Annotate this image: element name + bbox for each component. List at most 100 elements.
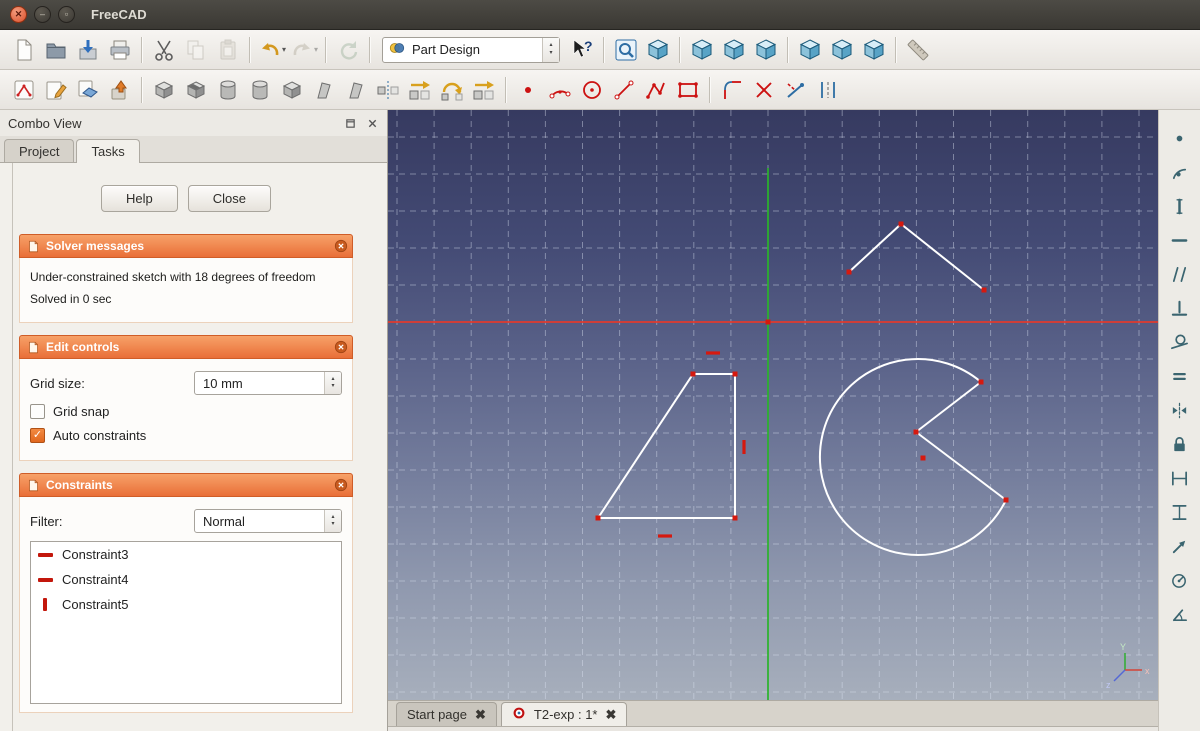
construction-mode-button[interactable] — [812, 74, 844, 106]
solver-messages-header[interactable]: Solver messages — [19, 234, 353, 258]
spinner-arrows-icon[interactable]: ▴ ▾ — [324, 372, 341, 394]
tab-tasks[interactable]: Tasks — [76, 139, 140, 163]
polar-pattern-button[interactable] — [436, 74, 468, 106]
constraint-distance-x-button[interactable] — [1166, 464, 1194, 492]
view-rear-button[interactable] — [794, 34, 826, 66]
solver-messages-section: Solver messages Under-constrained sketch… — [19, 234, 353, 323]
view-axonometric-button[interactable] — [642, 34, 674, 66]
rectangle-button[interactable] — [672, 74, 704, 106]
constraint-equal-button[interactable] — [1166, 362, 1194, 390]
3d-viewport[interactable]: Yx z — [388, 110, 1158, 700]
dropdown-arrow-icon[interactable]: ▾ — [282, 45, 286, 54]
close-tab-icon[interactable]: ✖ — [606, 707, 617, 723]
open-file-button[interactable] — [40, 34, 72, 66]
pad-button[interactable] — [148, 74, 180, 106]
constraint-list-item[interactable]: Constraint4 — [31, 567, 341, 592]
auto-constraints-checkbox[interactable]: ✓ — [30, 428, 45, 443]
edit-sketch-button[interactable] — [40, 74, 72, 106]
draft-button[interactable] — [340, 74, 372, 106]
collapse-section-icon[interactable] — [334, 340, 348, 354]
window-minimize-button[interactable]: – — [34, 6, 51, 23]
constraint-perpendicular-button[interactable] — [1166, 294, 1194, 322]
constraint-distance-button[interactable] — [1166, 532, 1194, 560]
window-maximize-button[interactable]: ▫ — [58, 6, 75, 23]
constraint-radius-button[interactable] — [1166, 566, 1194, 594]
print-button[interactable] — [104, 34, 136, 66]
linear-pattern-button[interactable] — [404, 74, 436, 106]
sketch-canvas[interactable]: Yx z — [388, 110, 1158, 700]
map-sketch-button[interactable] — [72, 74, 104, 106]
refresh-button[interactable] — [332, 34, 364, 66]
constraint-angle-button[interactable] — [1166, 600, 1194, 628]
view-front-button[interactable] — [686, 34, 718, 66]
workbench-icon — [388, 39, 406, 60]
undo-button[interactable]: ▾ — [256, 34, 288, 66]
external-geometry-button[interactable] — [780, 74, 812, 106]
constraint-list-item[interactable]: Constraint3 — [31, 542, 341, 567]
constraint-filter-select[interactable]: Normal ▴ ▾ — [194, 509, 342, 533]
paste-button[interactable] — [212, 34, 244, 66]
constraint-block-button[interactable] — [1166, 430, 1194, 458]
redo-button[interactable]: ▾ — [288, 34, 320, 66]
constraint-distance-y-button[interactable] — [1166, 498, 1194, 526]
grid-size-select[interactable]: 10 mm ▴ ▾ — [194, 371, 342, 395]
close-button[interactable]: Close — [187, 185, 271, 212]
toolbar-separator — [603, 36, 605, 63]
revolution-button[interactable] — [212, 74, 244, 106]
collapse-section-icon[interactable] — [334, 239, 348, 253]
close-tab-icon[interactable]: ✖ — [475, 707, 486, 723]
document-tab[interactable]: Start page ✖ — [396, 702, 497, 726]
spinner-arrows-icon[interactable]: ▴ ▾ — [324, 510, 341, 532]
mirrored-button[interactable] — [372, 74, 404, 106]
grid-snap-checkbox[interactable] — [30, 404, 45, 419]
edit-controls-header[interactable]: Edit controls — [19, 335, 353, 359]
constraint-tangent-button[interactable] — [1166, 328, 1194, 356]
new-file-button[interactable] — [8, 34, 40, 66]
pocket-button[interactable] — [180, 74, 212, 106]
constraint-horizontal-button[interactable] — [1166, 226, 1194, 254]
constraint-parallel-button[interactable] — [1166, 260, 1194, 288]
multitransform-button[interactable] — [468, 74, 500, 106]
cut-button[interactable] — [148, 34, 180, 66]
collapse-section-icon[interactable] — [334, 478, 348, 492]
trim-edge-button[interactable] — [748, 74, 780, 106]
window-close-button[interactable]: ✕ — [10, 6, 27, 23]
constraints-header[interactable]: Constraints — [19, 473, 353, 497]
measure-distance-button[interactable] — [902, 34, 934, 66]
save-button[interactable] — [72, 34, 104, 66]
fillet-button[interactable] — [276, 74, 308, 106]
circle-button[interactable] — [576, 74, 608, 106]
leave-sketch-button[interactable] — [104, 74, 136, 106]
constraint-point-on-object-button[interactable] — [1166, 158, 1194, 186]
help-button[interactable]: Help — [101, 185, 178, 212]
groove-button[interactable] — [244, 74, 276, 106]
copy-button[interactable] — [180, 34, 212, 66]
view-top-button[interactable] — [718, 34, 750, 66]
point-button[interactable] — [512, 74, 544, 106]
view-left-button[interactable] — [858, 34, 890, 66]
polyline-button[interactable] — [640, 74, 672, 106]
dropdown-arrow-icon[interactable]: ▾ — [314, 45, 318, 54]
constraint-coincident-button[interactable] — [1166, 124, 1194, 152]
view-bottom-button[interactable] — [826, 34, 858, 66]
constraint-symmetric-button[interactable] — [1166, 396, 1194, 424]
sketch-fillet-button[interactable] — [716, 74, 748, 106]
spinner-arrows-icon[interactable]: ▴ ▾ — [542, 37, 559, 62]
create-sketch-button[interactable] — [8, 74, 40, 106]
fit-all-button[interactable] — [610, 34, 642, 66]
workbench-selector[interactable]: Part Design ▴ ▾ — [382, 36, 560, 63]
float-panel-icon[interactable] — [343, 116, 357, 130]
grid-size-label: Grid size: — [30, 375, 85, 391]
constraint-list-item[interactable]: Constraint5 — [31, 592, 341, 617]
tab-project[interactable]: Project — [4, 139, 75, 162]
whats-this-button[interactable]: ? — [566, 34, 598, 66]
chamfer-button[interactable] — [308, 74, 340, 106]
document-tab[interactable]: T2-exp : 1* ✖ — [500, 702, 628, 726]
checkbox-row: Grid snap — [30, 404, 342, 419]
window-title: FreeCAD — [91, 7, 147, 22]
constraint-vertical-button[interactable] — [1166, 192, 1194, 220]
view-right-button[interactable] — [750, 34, 782, 66]
close-panel-icon[interactable] — [365, 116, 379, 130]
arc-button[interactable] — [544, 74, 576, 106]
line-button[interactable] — [608, 74, 640, 106]
